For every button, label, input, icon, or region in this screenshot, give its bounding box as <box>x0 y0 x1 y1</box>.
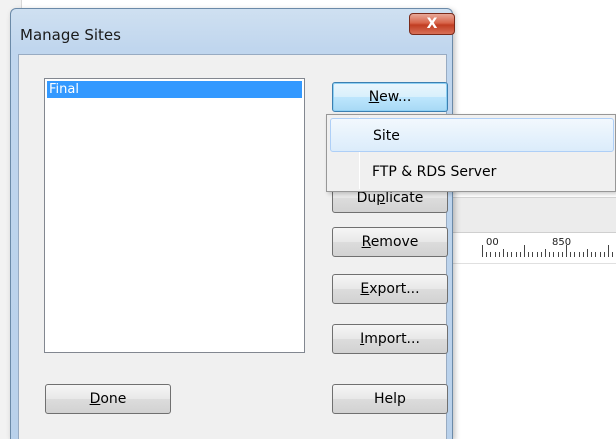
list-item[interactable]: Final <box>47 81 302 98</box>
help-button-label: Help <box>374 391 406 407</box>
help-button[interactable]: Help <box>332 384 448 414</box>
ruler-tick <box>536 252 538 257</box>
ruler-tick <box>532 252 534 257</box>
manage-sites-dialog: Manage Sites X Final New... Duplicate Re… <box>10 8 455 439</box>
site-list[interactable]: Final <box>44 78 305 353</box>
ruler: 00 850 <box>452 234 616 264</box>
ruler-tick <box>599 252 601 257</box>
ruler-tick <box>494 252 496 257</box>
remove-button-mnemonic: R <box>361 234 371 250</box>
ruler-tick <box>603 252 605 257</box>
duplicate-button-mnemonic: p <box>376 190 386 206</box>
ruler-tick <box>549 252 551 257</box>
import-button-label: mport... <box>364 331 420 347</box>
ruler-tick <box>490 252 492 257</box>
ruler-tick <box>582 252 584 257</box>
menu-item-ftp-rds-server[interactable]: FTP & RDS Server <box>330 155 614 189</box>
done-button[interactable]: Done <box>45 384 171 414</box>
ruler-tick <box>540 252 542 257</box>
background-toolbar <box>452 197 616 233</box>
ruler-tick <box>511 252 513 257</box>
new-dropdown-menu: Site FTP & RDS Server <box>326 114 616 192</box>
ruler-tick <box>574 252 576 257</box>
close-icon: X <box>426 16 438 32</box>
done-button-mnemonic: D <box>89 391 101 407</box>
ruler-tick <box>519 252 521 257</box>
ruler-label: 850 <box>552 237 572 248</box>
menu-item-site[interactable]: Site <box>330 118 614 152</box>
ruler-tick <box>507 252 509 257</box>
ruler-tick <box>482 245 483 257</box>
ruler-tick <box>578 252 580 257</box>
close-button[interactable]: X <box>409 13 455 35</box>
remove-button-label: emove <box>370 234 419 250</box>
ruler-tick <box>591 252 593 257</box>
ruler-tick <box>545 249 546 257</box>
ruler-tick <box>553 252 555 257</box>
dialog-title: Manage Sites <box>20 26 121 44</box>
ruler-tick <box>595 252 597 257</box>
ruler-label: 00 <box>486 237 499 248</box>
new-button-label: ew... <box>379 89 412 105</box>
duplicate-button-label: licate <box>385 190 424 206</box>
ruler-tick <box>498 252 500 257</box>
new-button[interactable]: New... <box>332 82 448 112</box>
duplicate-button-label: Du <box>356 190 377 206</box>
ruler-tick <box>570 252 572 257</box>
ruler-tick <box>587 249 588 257</box>
new-button-mnemonic: N <box>368 89 380 105</box>
done-button-label: one <box>100 391 127 407</box>
dialog-body: Final New... Duplicate Remove Export... … <box>18 54 448 439</box>
export-button-label: xport... <box>369 281 420 297</box>
ruler-tick <box>486 252 488 257</box>
ruler-tick <box>608 245 609 257</box>
ruler-tick <box>515 252 517 257</box>
export-button-mnemonic: E <box>360 281 370 297</box>
remove-button[interactable]: Remove <box>332 227 448 257</box>
ruler-tick <box>528 252 530 257</box>
ruler-tick <box>612 252 614 257</box>
ruler-tick <box>561 252 563 257</box>
ruler-tick <box>524 245 525 257</box>
title-bar[interactable]: Manage Sites X <box>11 9 455 49</box>
export-button[interactable]: Export... <box>332 274 448 304</box>
ruler-tick <box>566 245 567 257</box>
ruler-tick <box>557 252 559 257</box>
ruler-tick <box>503 249 504 257</box>
import-button[interactable]: Import... <box>332 324 448 354</box>
